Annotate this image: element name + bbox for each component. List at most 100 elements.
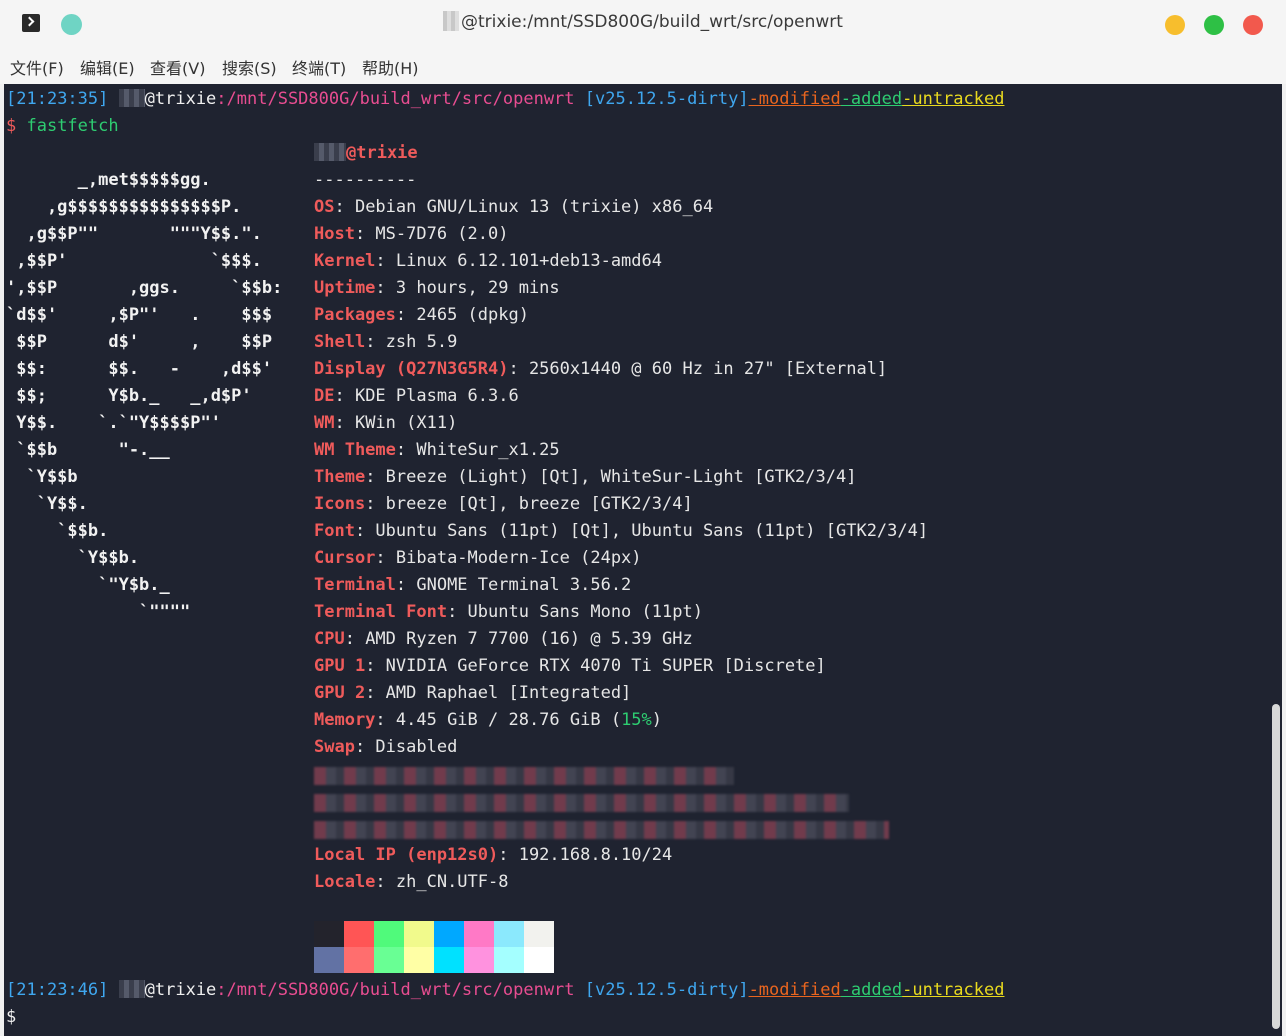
prompt-time: 21:23:46: [16, 980, 99, 1000]
git-version: v25.12.5-dirty: [595, 89, 739, 109]
window-title-text: @trixie:/mnt/SSD800G/build_wrt/src/openw…: [461, 12, 843, 32]
network-info: Local IP (enp12s0): 192.168.8.10/24 Loca…: [314, 842, 672, 896]
ascii-line: `Y$$.: [6, 494, 88, 514]
info-key: Uptime: [314, 278, 376, 298]
info-value: : AMD Ryzen 7 7700 (16) @ 5.39 GHz: [344, 629, 693, 649]
info-value: : Disabled: [354, 737, 458, 757]
ascii-line: `$$b "-.__: [6, 440, 170, 460]
scrollbar-thumb[interactable]: [1272, 704, 1280, 1029]
ascii-line: `Y$$b: [6, 467, 78, 487]
title-bar[interactable]: @trixie:/mnt/SSD800G/build_wrt/src/openw…: [0, 0, 1286, 48]
ascii-line: `"""": [6, 602, 191, 622]
color-swatch: [464, 947, 494, 973]
ascii-line: ,g$$P"" """Y$$.".: [6, 224, 262, 244]
ascii-line: ',$$P ,ggs. `$$b:: [6, 278, 283, 298]
info-key: Packages: [314, 305, 396, 325]
git-modified: -modified: [748, 980, 841, 1000]
minimize-button[interactable]: [1165, 15, 1185, 35]
memory-percent: 15%: [621, 710, 652, 730]
redacted-username: [118, 89, 145, 107]
git-untracked: -untracked: [902, 89, 1005, 109]
git-bracket: ]: [738, 980, 749, 1000]
ascii-line: $$P d$' , $$P: [6, 332, 273, 352]
system-info: @trixie ---------- OS: Debian GNU/Linux …: [314, 140, 928, 761]
info-user: @trixie: [346, 143, 418, 163]
prompt-symbol: $: [6, 116, 17, 136]
info-value: : KWin (X11): [334, 413, 458, 433]
info-key: Theme: [314, 467, 366, 487]
color-swatch: [434, 921, 464, 947]
color-swatch: [374, 947, 404, 973]
info-key: GPU 1: [314, 656, 366, 676]
debian-ascii-logo: _,met$$$$$gg. ,g$$$$$$$$$$$$$$$P. ,g$$P"…: [6, 140, 282, 626]
redacted-disk-line: [314, 821, 889, 839]
info-value: : NVIDIA GeForce RTX 4070 Ti SUPER [Disc…: [365, 656, 826, 676]
info-value: : Bibata-Modern-Ice (24px): [375, 548, 642, 568]
info-value: : Ubuntu Sans Mono (11pt): [447, 602, 703, 622]
info-key: Icons: [314, 494, 366, 514]
color-swatch: [494, 921, 524, 947]
prompt-bracket: [: [6, 89, 17, 109]
ascii-line: `Y$$b.: [6, 548, 140, 568]
info-value: : zsh 5.9: [365, 332, 458, 352]
info-value: : GNOME Terminal 3.56.2: [395, 575, 632, 595]
color-swatch: [314, 947, 344, 973]
terminal-output[interactable]: [21:23:35] @trixie :/mnt/SSD800G/build_wr…: [4, 84, 1282, 1036]
info-key: Local IP (enp12s0): [314, 845, 499, 865]
prompt-line: [21:23:35] @trixie:/mnt/SSD800G/build_wr…: [6, 86, 1004, 113]
ascii-line: ,g$$$$$$$$$$$$$$$P.: [6, 197, 242, 217]
color-swatch: [524, 921, 554, 947]
redacted-disk-line: [314, 794, 849, 812]
prompt-bracket: [: [6, 980, 17, 1000]
prompt-path: :/mnt/SSD800G/build_wrt/src/openwrt: [216, 980, 575, 1000]
color-swatch: [344, 921, 374, 947]
ascii-line: _,met$$$$$gg.: [6, 170, 211, 190]
info-value: : zh_CN.UTF-8: [375, 872, 509, 892]
info-key: Display (Q27N3G5R4): [314, 359, 509, 379]
ascii-line: $$; Y$b._ _,d$P': [6, 386, 252, 406]
info-value: : Ubuntu Sans (11pt) [Qt], Ubuntu Sans (…: [354, 521, 929, 541]
info-key: GPU 2: [314, 683, 366, 703]
menu-search[interactable]: 搜索(S): [222, 55, 277, 79]
menu-terminal[interactable]: 终端(T): [292, 55, 346, 79]
input-line[interactable]: $: [6, 1004, 16, 1031]
window-border: [1282, 84, 1286, 1036]
git-version: v25.12.5-dirty: [595, 980, 739, 1000]
info-value: : Breeze (Light) [Qt], WhiteSur-Light [G…: [365, 467, 857, 487]
git-added: -added: [840, 980, 903, 1000]
info-value: : 192.168.8.10/24: [498, 845, 673, 865]
info-separator: ----------: [314, 170, 417, 190]
menu-edit[interactable]: 编辑(E): [80, 55, 135, 79]
menu-view[interactable]: 查看(V): [150, 55, 205, 79]
prompt-bracket: ]: [98, 89, 109, 109]
close-button[interactable]: [1243, 15, 1263, 35]
color-swatch: [404, 947, 434, 973]
ascii-line: Y$$. `.`"Y$$$$P"': [6, 413, 221, 433]
menu-file[interactable]: 文件(F): [10, 55, 64, 79]
git-untracked: -untracked: [902, 980, 1005, 1000]
info-value: : 4.45 GiB / 28.76 GiB (: [375, 710, 622, 730]
info-key: Shell: [314, 332, 366, 352]
info-value: ): [651, 710, 663, 730]
color-swatch: [494, 947, 524, 973]
color-swatch: [344, 947, 374, 973]
info-value: : AMD Raphael [Integrated]: [365, 683, 632, 703]
ascii-line: ,$$P' `$$$.: [6, 251, 262, 271]
git-added: -added: [840, 89, 903, 109]
info-key: Cursor: [314, 548, 376, 568]
window-title: @trixie:/mnt/SSD800G/build_wrt/src/openw…: [0, 11, 1286, 32]
info-value: : 2560x1440 @ 60 Hz in 27" [External]: [508, 359, 888, 379]
maximize-button[interactable]: [1204, 15, 1224, 35]
prompt-time: 21:23:35: [16, 89, 99, 109]
info-key: Terminal Font: [314, 602, 448, 622]
info-value: : Debian GNU/Linux 13 (trixie) x86_64: [334, 197, 714, 217]
prompt-symbol: $: [6, 1007, 17, 1027]
menu-help[interactable]: 帮助(H): [362, 55, 419, 79]
command-line: $ fastfetch: [6, 113, 119, 140]
redacted-username: [443, 11, 460, 31]
color-palette: [314, 921, 554, 973]
info-value: : 3 hours, 29 mins: [375, 278, 560, 298]
prompt-path: :/mnt/SSD800G/build_wrt/src/openwrt: [216, 89, 575, 109]
info-key: Host: [314, 224, 355, 244]
ascii-line: `"Y$b._: [6, 575, 170, 595]
